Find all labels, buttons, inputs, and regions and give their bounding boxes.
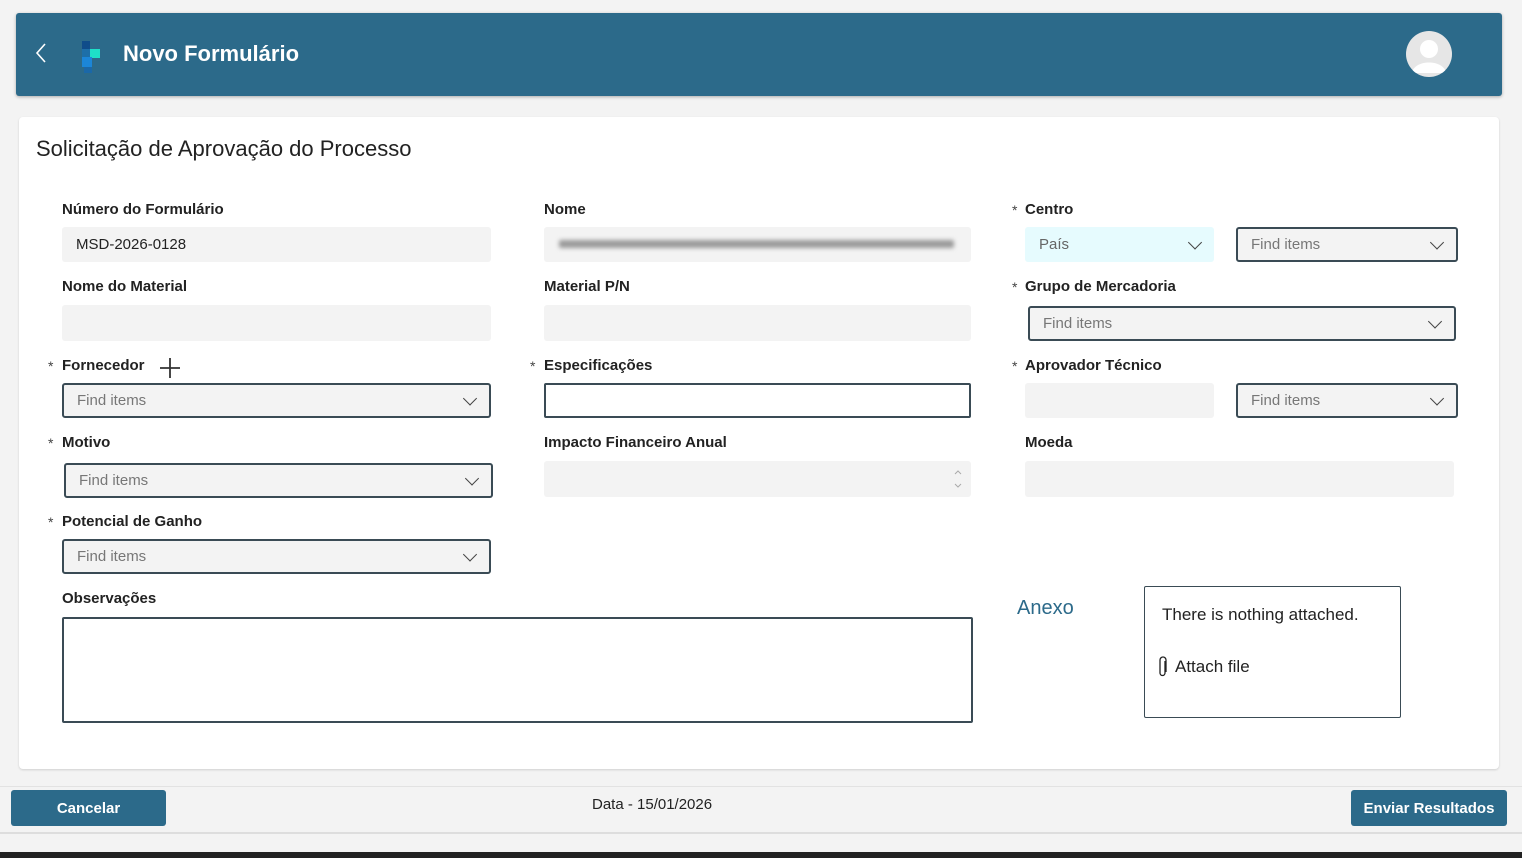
no-attachment-text: There is nothing attached. [1162, 605, 1359, 624]
blurred-name [559, 240, 954, 248]
nome-material-field[interactable] [62, 305, 491, 341]
impacto-label: Impacto Financeiro Anual [544, 434, 727, 451]
chevron-down-icon [1429, 390, 1445, 406]
pais-dropdown[interactable]: País [1025, 227, 1214, 262]
required-mark: * [530, 358, 536, 374]
aprovador-placeholder: Find items [1251, 392, 1321, 409]
nome-label: Nome [544, 201, 586, 218]
chevron-down-icon [464, 470, 480, 486]
anexo-label: Anexo [1017, 597, 1074, 619]
potencial-placeholder: Find items [77, 548, 147, 565]
back-icon[interactable] [34, 41, 48, 65]
chevron-down-icon [1429, 234, 1445, 250]
numero-field[interactable]: MSD-2026-0128 [62, 227, 491, 262]
material-pn-field[interactable] [544, 305, 971, 341]
paperclip-icon [1159, 656, 1167, 677]
aprovador-dropdown[interactable]: Find items [1236, 383, 1458, 418]
chevron-down-icon [462, 546, 478, 562]
chevron-down-icon [1427, 313, 1443, 329]
required-mark: * [1012, 279, 1018, 295]
especificacoes-field[interactable] [544, 383, 971, 418]
required-mark: * [48, 358, 54, 374]
nome-field[interactable] [544, 227, 971, 262]
material-pn-label: Material P/N [544, 278, 630, 295]
potencial-dropdown[interactable]: Find items [62, 539, 491, 574]
fornecedor-dropdown[interactable]: Find items [62, 383, 491, 418]
grupo-dropdown[interactable]: Find items [1028, 306, 1456, 341]
required-mark: * [1012, 202, 1018, 218]
date-text: Data - 15/01/2026 [592, 796, 713, 813]
motivo-dropdown[interactable]: Find items [64, 463, 493, 498]
required-mark: * [48, 435, 54, 451]
observacoes-label: Observações [62, 590, 157, 607]
centro-placeholder: Find items [1251, 236, 1321, 253]
attachment-box: There is nothing attached. Attach file [1144, 586, 1401, 718]
grupo-placeholder: Find items [1043, 315, 1113, 332]
numero-label: Número do Formulário [62, 201, 224, 218]
centro-label: Centro [1025, 201, 1074, 218]
attach-file-button[interactable]: Attach file [1157, 656, 1250, 678]
grupo-label: Grupo de Mercadoria [1025, 278, 1176, 295]
centro-dropdown[interactable]: Find items [1236, 227, 1458, 262]
add-fornecedor-icon[interactable] [158, 356, 182, 380]
app-logo-icon [82, 41, 100, 73]
app-header: Novo Formulário [16, 13, 1502, 96]
attach-file-label: Attach file [1175, 657, 1250, 676]
impacto-field[interactable] [544, 461, 971, 497]
motivo-label: Motivo [62, 434, 111, 451]
fornecedor-label: Fornecedor [62, 357, 145, 374]
aprovador-field[interactable] [1025, 383, 1214, 418]
potencial-label: Potencial de Ganho [62, 513, 203, 530]
user-avatar[interactable] [1406, 31, 1452, 77]
footer-bar [0, 786, 1522, 834]
cancel-button[interactable]: Cancelar [11, 790, 166, 826]
observacoes-textarea[interactable] [62, 617, 973, 723]
app-title: Novo Formulário [123, 41, 300, 66]
form-title: Solicitação de Aprovação do Processo [36, 136, 412, 161]
taskbar-edge [0, 852, 1522, 858]
user-icon [1412, 40, 1446, 73]
submit-button[interactable]: Enviar Resultados [1351, 790, 1507, 826]
aprovador-label: Aprovador Técnico [1025, 357, 1162, 374]
pais-value: País [1039, 236, 1070, 253]
nome-material-label: Nome do Material [62, 278, 188, 295]
fornecedor-placeholder: Find items [77, 392, 147, 409]
required-mark: * [48, 514, 54, 530]
motivo-placeholder: Find items [79, 472, 149, 489]
spinner-icon[interactable] [953, 467, 963, 491]
chevron-down-icon [1187, 234, 1203, 250]
required-mark: * [1012, 358, 1018, 374]
especificacoes-label: Especificações [544, 357, 653, 374]
moeda-label: Moeda [1025, 434, 1073, 451]
moeda-field[interactable] [1025, 461, 1454, 497]
chevron-down-icon [462, 390, 478, 406]
